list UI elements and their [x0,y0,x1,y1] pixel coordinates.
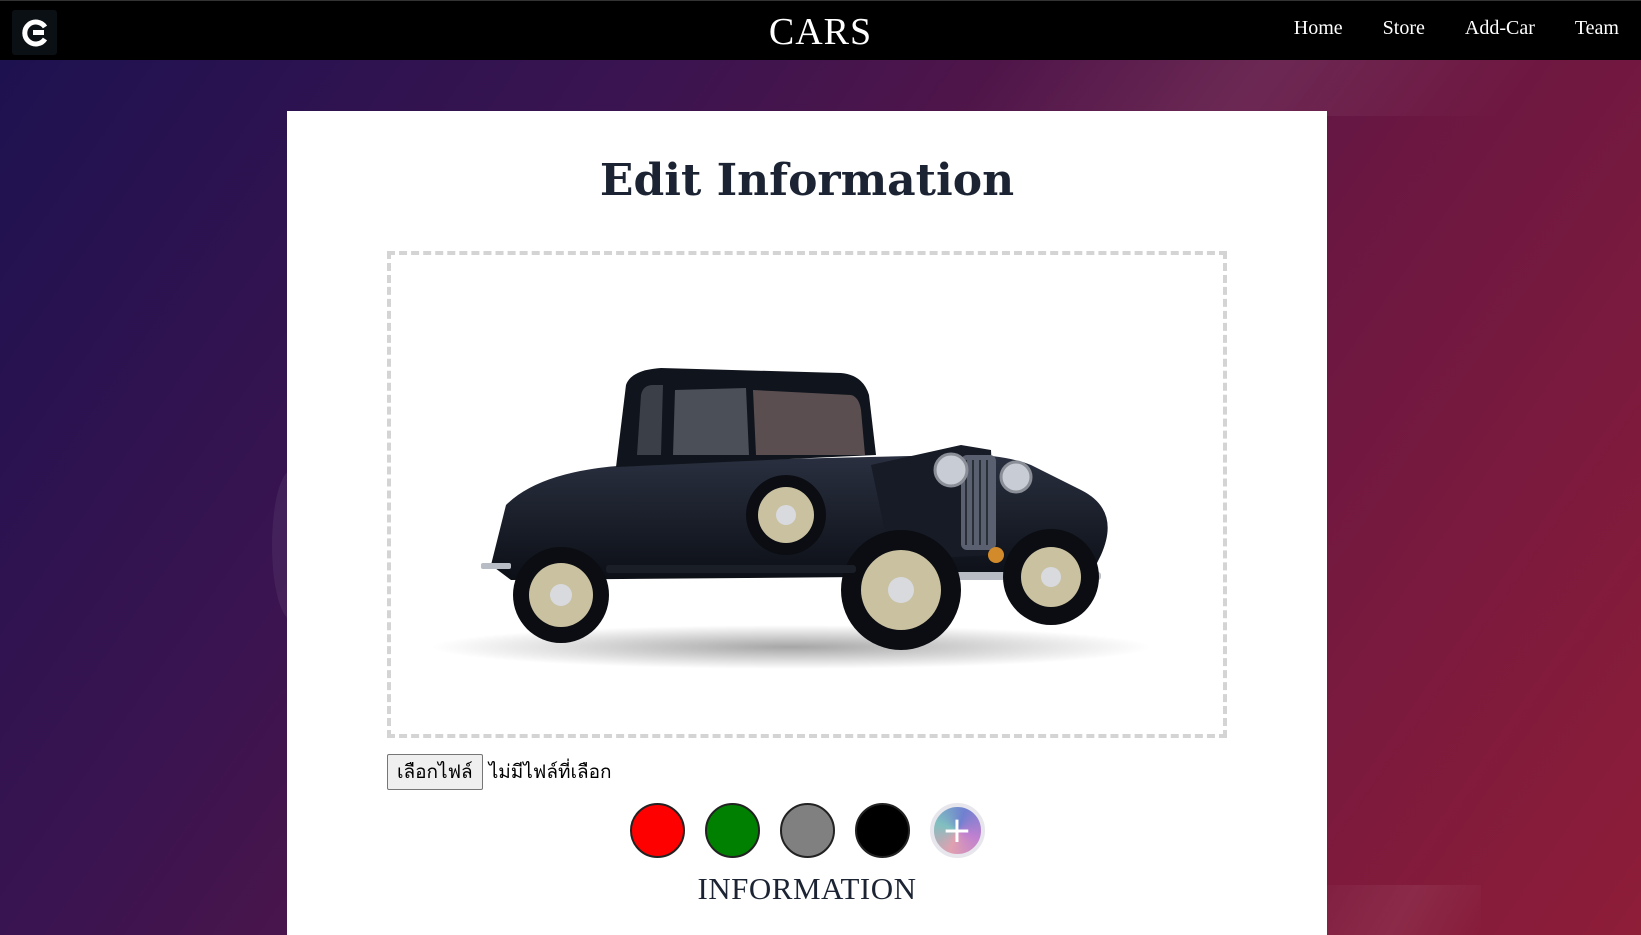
nav-home[interactable]: Home [1294,17,1343,40]
color-picker: + [287,803,1327,858]
information-heading: INFORMATION [697,871,917,906]
choose-file-button[interactable]: เลือกไฟล์ [387,754,483,790]
navbar: CARS Home Store Add-Car Team [0,0,1641,60]
plus-icon: + [941,809,973,851]
color-swatch-gray[interactable] [779,803,835,858]
file-input-row: เลือกไฟล์ ไม่มีไฟล์ที่เลือก [387,754,612,790]
image-dropzone[interactable] [387,251,1227,738]
nav-store[interactable]: Store [1383,17,1425,40]
color-swatch-green[interactable] [704,803,760,858]
nav-add-car[interactable]: Add-Car [1465,17,1535,40]
page-title: Edit Information [599,155,1015,206]
nav-links: Home Store Add-Car Team [1294,17,1619,40]
edit-card: Edit Information เลือกไฟล์ ไม่มีไฟล์ที่เ… [287,111,1327,935]
background-streak [963,60,1537,116]
color-swatch-red[interactable] [629,803,685,858]
file-status-text: ไม่มีไฟล์ที่เลือก [488,761,612,783]
color-swatch-black[interactable] [854,803,910,858]
nav-team[interactable]: Team [1575,17,1619,40]
add-color-button[interactable]: + [929,803,985,858]
car-image [431,368,1151,669]
